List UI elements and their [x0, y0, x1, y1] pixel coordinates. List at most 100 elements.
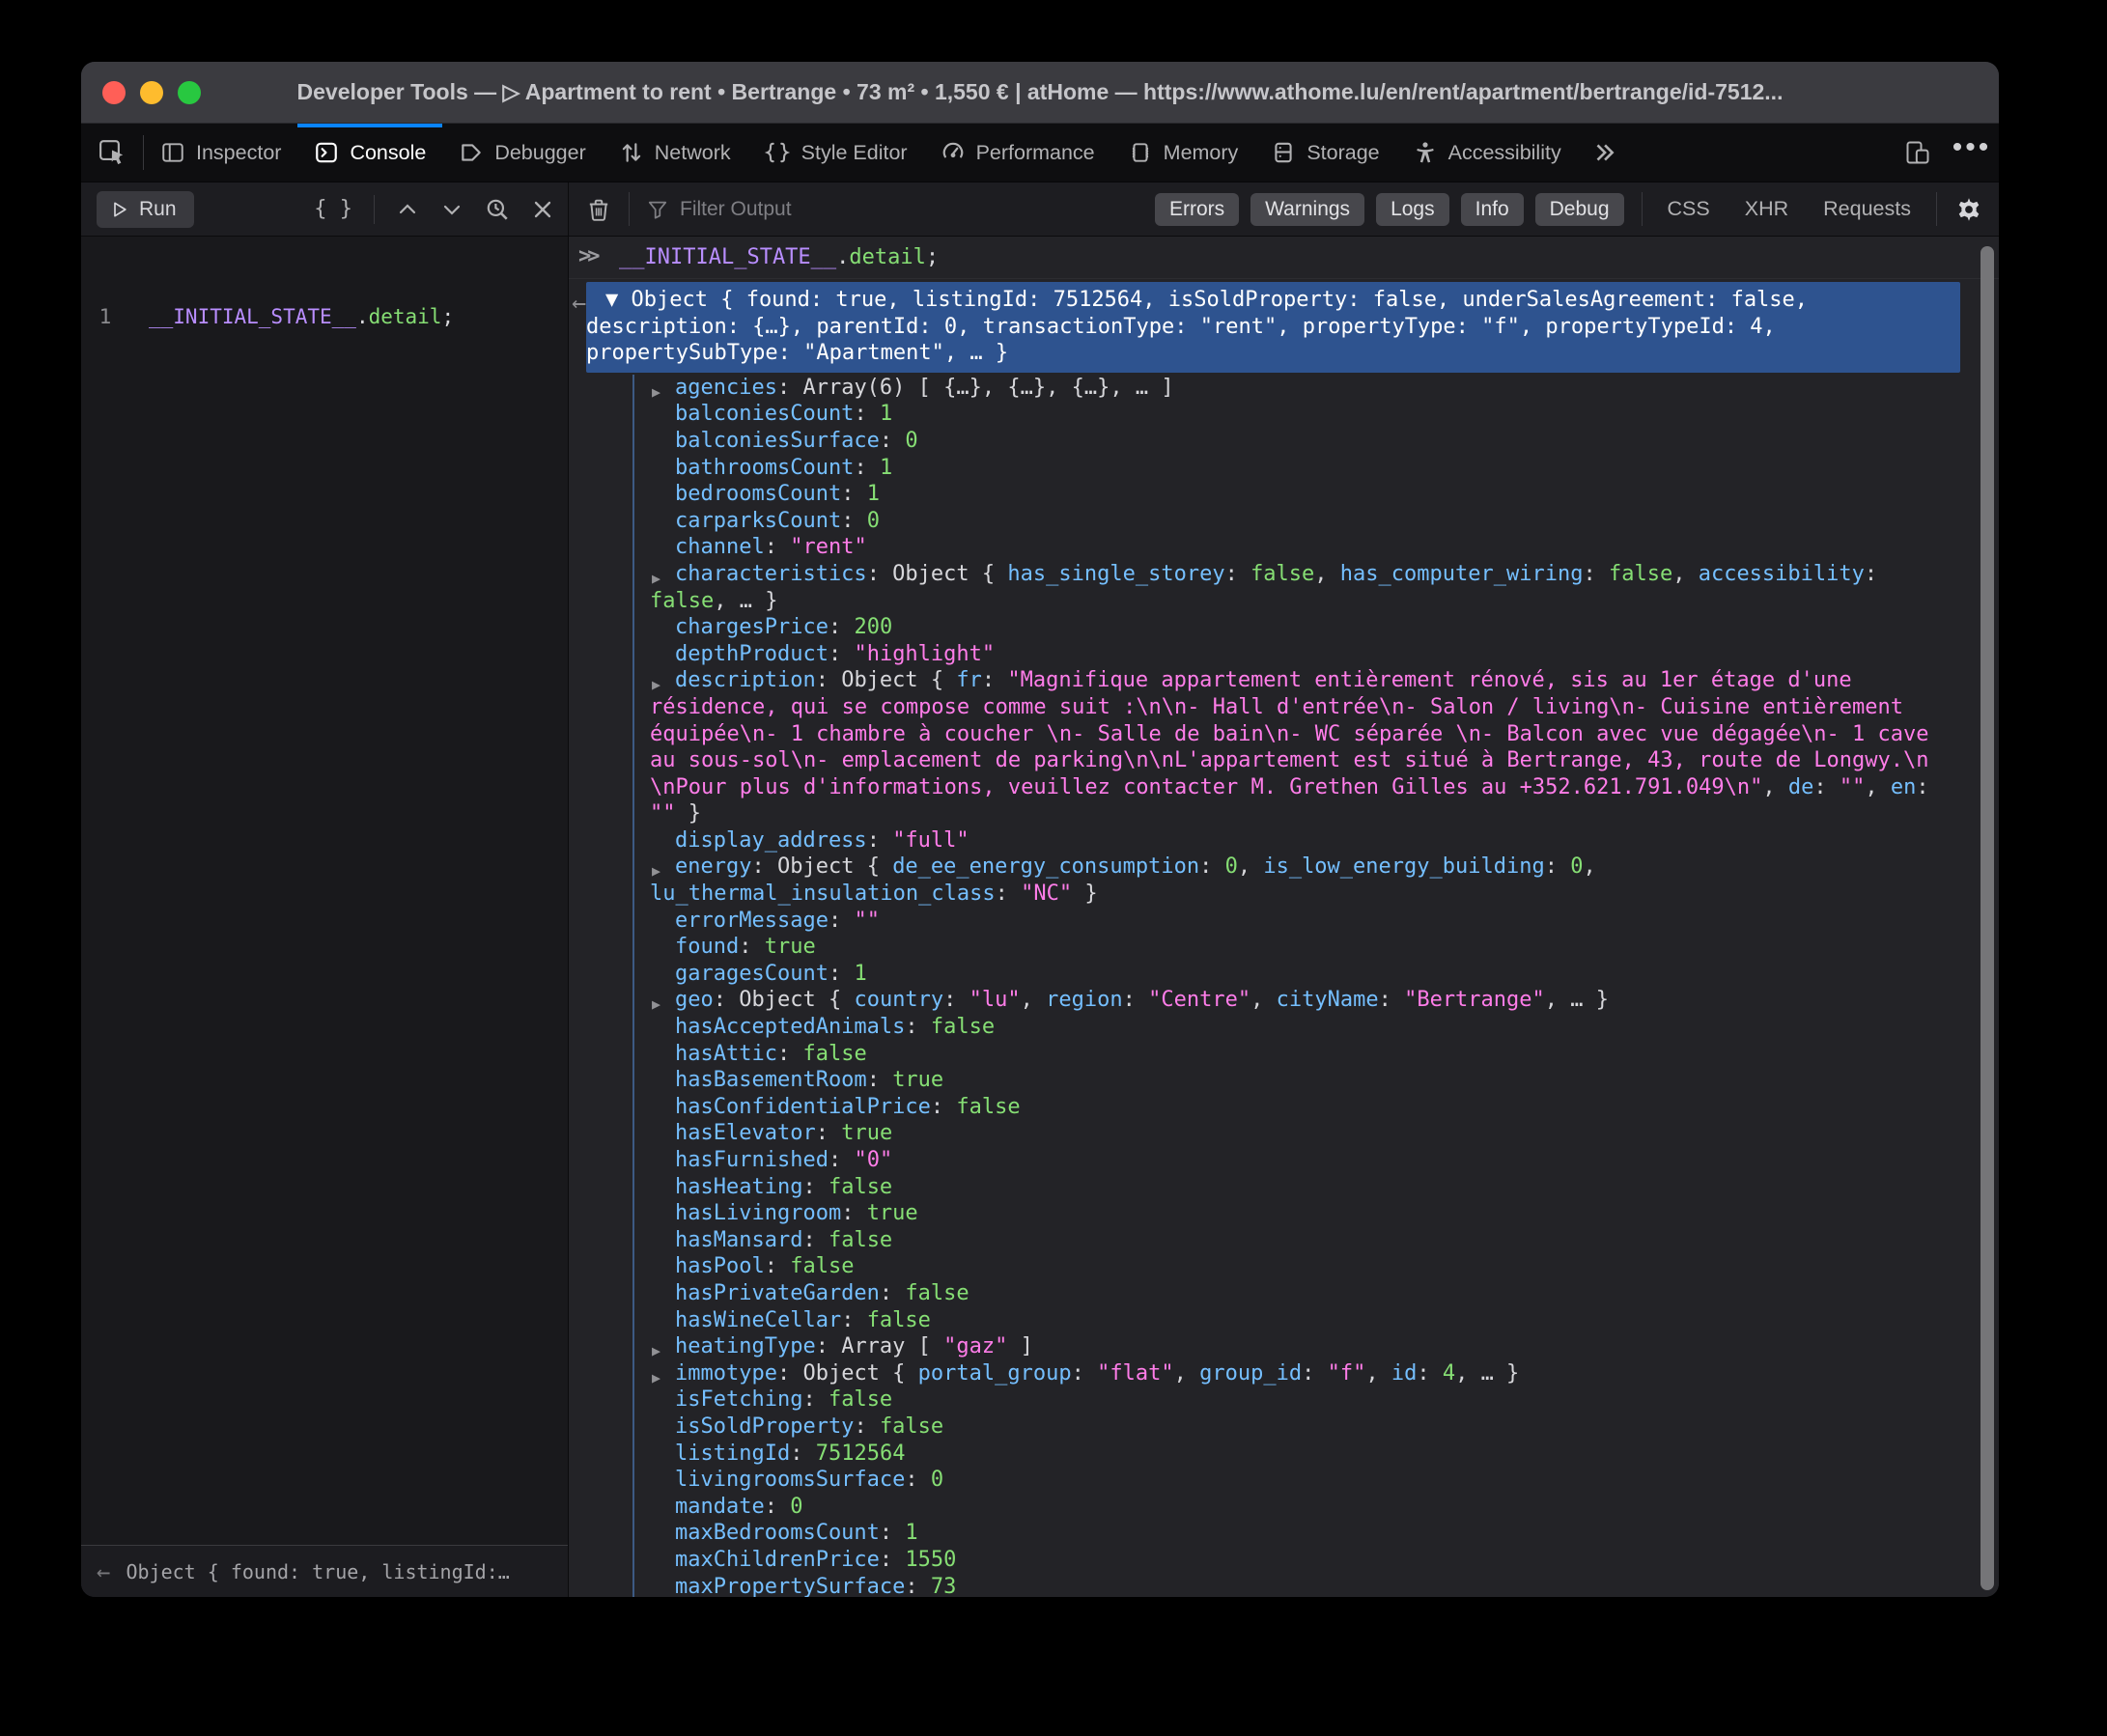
tab-console[interactable]: Console	[297, 124, 443, 182]
code-segment: :	[802, 1227, 829, 1252]
devtools-menu-button[interactable]: •••	[1945, 124, 1999, 182]
code-segment: "NC"	[1021, 882, 1073, 907]
net-filter-css[interactable]: CSS	[1668, 197, 1710, 221]
code-segment: :	[841, 1307, 867, 1332]
titlebar[interactable]: Developer Tools — ▷ Apartment to rent • …	[81, 62, 1999, 124]
code-segment: "Bertrange"	[1404, 988, 1545, 1013]
net-filter-xhr[interactable]: XHR	[1745, 197, 1788, 221]
filter-funnel-icon	[647, 199, 668, 220]
code-segment: lu_thermal_insulation_class	[650, 882, 996, 907]
more-tabs-button[interactable]	[1578, 124, 1630, 182]
console-row: isSoldProperty: false	[569, 1414, 1999, 1441]
code-segment: cityName	[1276, 988, 1379, 1013]
filter-pill-errors[interactable]: Errors	[1154, 192, 1240, 226]
run-button[interactable]: Run	[97, 190, 194, 228]
console-line: au sous-sol\n- emplacement de parking\n\…	[569, 747, 1999, 774]
close-window-button[interactable]	[102, 80, 126, 104]
code-segment: ,	[1020, 988, 1047, 1013]
code-segment: :	[943, 988, 969, 1013]
console-row: bathroomsCount: 1	[569, 455, 1999, 482]
expand-arrow-icon[interactable]: ▶	[652, 858, 660, 885]
expand-arrow-icon[interactable]: ▶	[652, 566, 660, 593]
code-segment: :	[802, 1387, 829, 1413]
console-row: hasHeating: false	[569, 1174, 1999, 1201]
code-segment: "lu"	[969, 988, 1021, 1013]
code-segment: , … }	[714, 588, 778, 613]
pick-element-button[interactable]	[81, 124, 143, 182]
filter-pill-info[interactable]: Info	[1460, 192, 1524, 226]
chevron-up-icon[interactable]	[396, 198, 419, 221]
code-segment: accessibility	[1698, 561, 1865, 586]
console-row[interactable]: ▶ heatingType: Array [ "gaz" ]	[569, 1333, 1999, 1360]
chevron-down-icon[interactable]	[440, 198, 464, 221]
console-line: balconiesSurface: 0	[569, 428, 1999, 455]
code-segment: :	[866, 1068, 893, 1093]
tab-accessibility[interactable]: Accessibility	[1396, 124, 1578, 182]
console-row: hasMansard: false	[569, 1227, 1999, 1254]
tab-style-editor[interactable]: Style Editor	[747, 124, 924, 182]
tab-memory[interactable]: Memory	[1111, 124, 1255, 182]
code-segment: __INITIAL_STATE__	[619, 244, 837, 269]
search-history-icon[interactable]	[485, 197, 510, 222]
selected-object-row[interactable]: ▼ Object { found: true, listingId: 75125…	[586, 282, 1960, 373]
tab-storage[interactable]: Storage	[1254, 124, 1395, 182]
tab-label: Inspector	[196, 140, 282, 164]
minimize-window-button[interactable]	[140, 80, 163, 104]
code-segment: :	[764, 535, 791, 560]
code-segment: false	[866, 1307, 931, 1332]
filter-output-input[interactable]: Filter Output	[647, 198, 792, 221]
code-segment: country	[854, 988, 944, 1013]
console-scrollbar[interactable]	[1981, 246, 1994, 1590]
code-segment: équipée\n- 1 chambre à coucher \n- Salle…	[650, 721, 1929, 746]
style-editor-icon	[764, 140, 791, 165]
console-row[interactable]: ▶ agencies: Array(6) [ {…}, {…}, {…}, … ]	[569, 375, 1999, 402]
filter-pill-logs[interactable]: Logs	[1376, 192, 1449, 226]
code-segment: \nPour plus d'informations, veuillez con…	[650, 774, 1763, 799]
console-row: balconiesSurface: 0	[569, 428, 1999, 455]
tab-performance[interactable]: Performance	[924, 124, 1111, 182]
filter-pill-debug[interactable]: Debug	[1534, 192, 1624, 226]
close-editor-icon[interactable]	[531, 198, 554, 221]
responsive-design-button[interactable]	[1891, 124, 1945, 182]
code-segment: false	[905, 1280, 969, 1305]
code-segment: "f"	[1327, 1360, 1366, 1386]
console-row: hasFurnished: "0"	[569, 1147, 1999, 1174]
console-row: maxPropertySurface: 73	[569, 1574, 1999, 1598]
clear-console-button[interactable]	[586, 197, 611, 222]
code-segment: }	[1072, 882, 1098, 907]
jump-back-icon[interactable]: ←	[572, 290, 586, 317]
console-row[interactable]: ▶ immotype: Object { portal_group: "flat"…	[569, 1360, 1999, 1387]
console-row[interactable]: ▶ description: Object { fr: "Magnifique a…	[569, 667, 1999, 827]
tab-network[interactable]: Network	[603, 124, 747, 182]
code-segment: 0	[866, 508, 880, 533]
code-segment: found	[675, 935, 740, 960]
code-segment: "flat"	[1097, 1360, 1174, 1386]
console-line: maxChildrenPrice: 1550	[569, 1547, 1999, 1574]
code-segment: ,	[1173, 1360, 1200, 1386]
code-segment: false	[879, 1414, 944, 1439]
code-segment: :	[879, 1521, 906, 1546]
console-row[interactable]: ▶ geo: Object { country: "lu", region: "C…	[569, 987, 1999, 1014]
console-row[interactable]: ▶ energy: Object { de_ee_energy_consumpti…	[569, 854, 1999, 907]
console-output[interactable]: >> __INITIAL_STATE__.detail; ← ▼ Object …	[569, 237, 1999, 1597]
console-line: hasElevator: true	[569, 1120, 1999, 1147]
storage-icon	[1271, 140, 1296, 165]
console-line: équipée\n- 1 chambre à coucher \n- Salle…	[569, 721, 1999, 748]
console-line: maxPropertySurface: 73	[569, 1574, 1999, 1598]
code-editor[interactable]: 1 __INITIAL_STATE__.detail;	[81, 237, 568, 1545]
filter-pill-warnings[interactable]: Warnings	[1250, 192, 1365, 226]
tab-inspector[interactable]: Inspector	[144, 124, 297, 182]
console-settings-button[interactable]	[1954, 195, 1983, 224]
console-line: hasPool: false	[569, 1253, 1999, 1280]
console-row: depthProduct: "highlight"	[569, 641, 1999, 668]
expand-arrow-icon[interactable]: ▶	[652, 672, 660, 699]
zoom-window-button[interactable]	[178, 80, 201, 104]
tab-debugger[interactable]: Debugger	[442, 124, 602, 182]
code-segment: bathroomsCount	[675, 455, 855, 480]
pick-element-icon	[98, 138, 126, 167]
console-row[interactable]: ▶ characteristics: Object { has_single_st…	[569, 561, 1999, 614]
code-segment: :	[879, 1547, 906, 1572]
pretty-print-icon[interactable]: { }	[314, 197, 352, 221]
net-filter-requests[interactable]: Requests	[1823, 197, 1911, 221]
console-line: hasAcceptedAnimals: false	[569, 1014, 1999, 1041]
